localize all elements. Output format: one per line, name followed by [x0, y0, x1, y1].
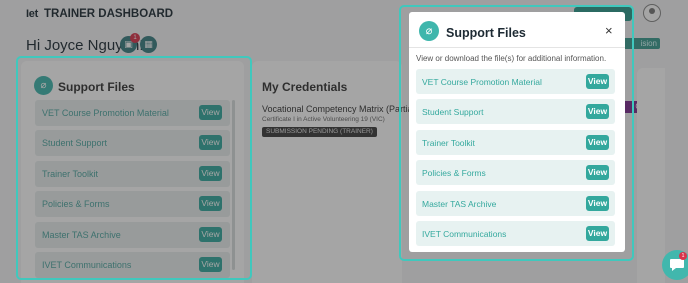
- view-button[interactable]: View: [586, 104, 609, 120]
- list-item[interactable]: Master TAS Archive View: [416, 190, 615, 216]
- list-item[interactable]: Policies & Forms View: [416, 160, 615, 186]
- modal-title: Support Files: [446, 26, 526, 40]
- file-label[interactable]: Policies & Forms: [422, 168, 486, 178]
- view-button[interactable]: View: [586, 195, 609, 211]
- modal-description: View or download the file(s) for additio…: [416, 54, 607, 63]
- close-icon[interactable]: ×: [605, 23, 613, 38]
- view-button[interactable]: View: [586, 134, 609, 150]
- list-item[interactable]: IVET Communications View: [416, 220, 615, 246]
- file-label[interactable]: Trainer Toolkit: [422, 138, 475, 148]
- chat-bubble-icon: [670, 259, 684, 271]
- file-label[interactable]: IVET Communications: [422, 229, 506, 239]
- list-item[interactable]: Trainer Toolkit View: [416, 129, 615, 155]
- file-label[interactable]: Student Support: [422, 107, 483, 117]
- chat-badge: 1: [679, 252, 687, 260]
- view-button[interactable]: View: [586, 74, 609, 89]
- file-label[interactable]: Master TAS Archive: [422, 199, 496, 209]
- support-files-modal: ⌀ Support Files × View or download the f…: [409, 12, 625, 252]
- paperclip-icon: ⌀: [419, 21, 439, 41]
- modal-file-list: VET Course Promotion Material View Stude…: [416, 69, 615, 251]
- divider: [409, 47, 625, 48]
- view-button[interactable]: View: [586, 165, 609, 181]
- view-button[interactable]: View: [586, 225, 609, 241]
- file-label[interactable]: VET Course Promotion Material: [422, 77, 542, 87]
- list-item[interactable]: VET Course Promotion Material View: [416, 69, 615, 94]
- list-item[interactable]: Student Support View: [416, 99, 615, 125]
